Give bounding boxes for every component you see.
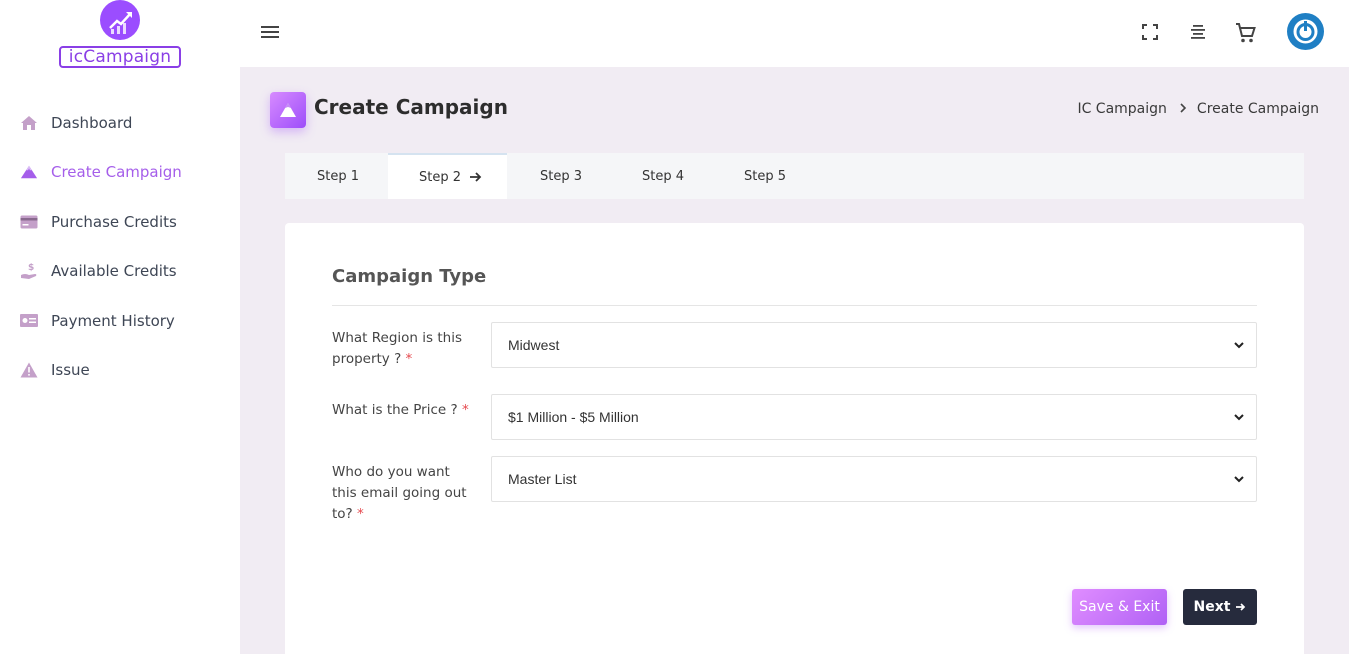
- select-value: Midwest: [508, 337, 560, 353]
- tab-label: Step 4: [642, 168, 685, 184]
- sidebar-item-payment-history[interactable]: Payment History: [0, 296, 240, 346]
- region-select[interactable]: Midwest: [491, 322, 1257, 368]
- page-title: Create Campaign: [314, 95, 508, 119]
- price-label: What is the Price ? *: [332, 400, 472, 421]
- label-text: Who do you want this email going out to?: [332, 464, 467, 522]
- form-title: Campaign Type: [332, 266, 487, 287]
- warning-icon: [20, 361, 38, 379]
- sidebar-item-label: Dashboard: [51, 113, 133, 132]
- money-bill-icon: [20, 312, 38, 330]
- sidebar-item-available-credits[interactable]: $ Available Credits: [0, 247, 240, 297]
- recipients-label: Who do you want this email going out to?…: [332, 462, 472, 525]
- sidebar-item-purchase-credits[interactable]: Purchase Credits: [0, 197, 240, 247]
- step-tabs: Step 1 Step 2 Step 3 Step 4 Step 5: [285, 153, 1304, 199]
- home-icon: [20, 114, 38, 132]
- tab-step-3[interactable]: Step 3: [507, 153, 609, 199]
- tab-step-2[interactable]: Step 2: [388, 153, 507, 199]
- arrow-right-icon: [1235, 602, 1246, 612]
- next-button[interactable]: Next: [1183, 589, 1257, 625]
- logo-chart-icon: [100, 0, 140, 40]
- price-select[interactable]: $1 Million - $5 Million: [491, 394, 1257, 440]
- tab-step-5[interactable]: Step 5: [711, 153, 813, 199]
- sidebar-item-label: Payment History: [51, 311, 175, 330]
- tab-label: Step 2: [419, 169, 462, 185]
- button-label: Next: [1193, 599, 1231, 615]
- save-exit-button[interactable]: Save & Exit: [1072, 589, 1167, 625]
- region-label: What Region is this property ? *: [332, 328, 472, 370]
- sidebar-item-label: Available Credits: [51, 262, 177, 281]
- sidebar-item-label: Purchase Credits: [51, 212, 177, 231]
- sidebar-item-label: Create Campaign: [51, 163, 182, 182]
- chevron-down-icon: [1232, 472, 1246, 486]
- label-text: What Region is this property ?: [332, 330, 462, 367]
- chevron-right-icon: [1179, 102, 1187, 116]
- sidebar: icCampaign Dashboard Create Campaign Pur…: [0, 0, 240, 654]
- logo-text: icCampaign: [59, 46, 181, 68]
- menu-icon[interactable]: [260, 22, 280, 42]
- button-label: Save & Exit: [1079, 599, 1160, 615]
- cart-icon[interactable]: [1235, 22, 1256, 43]
- tab-step-4[interactable]: Step 4: [609, 153, 711, 199]
- chevron-down-icon: [1232, 338, 1246, 352]
- sidebar-item-label: Issue: [51, 361, 90, 380]
- label-text: What is the Price ?: [332, 402, 458, 418]
- svg-text:$: $: [28, 263, 34, 273]
- logo[interactable]: icCampaign: [59, 0, 181, 68]
- sidebar-item-issue[interactable]: Issue: [0, 346, 240, 396]
- fullscreen-icon[interactable]: [1140, 22, 1160, 42]
- page-header: Create Campaign IC Campaign Create Campa…: [270, 92, 1319, 128]
- divider: [332, 305, 1257, 306]
- align-center-icon[interactable]: [1188, 22, 1208, 42]
- sidebar-item-dashboard[interactable]: Dashboard: [0, 98, 240, 148]
- credit-card-icon: [20, 213, 38, 231]
- select-value: $1 Million - $5 Million: [508, 409, 639, 425]
- required-mark: *: [357, 506, 364, 522]
- breadcrumb-item-current: Create Campaign: [1196, 101, 1319, 117]
- recipients-select[interactable]: Master List: [491, 456, 1257, 502]
- avatar[interactable]: [1287, 13, 1324, 50]
- tab-label: Step 5: [744, 168, 787, 184]
- campaign-form-card: Campaign Type What Region is this proper…: [285, 223, 1304, 654]
- tab-label: Step 1: [317, 168, 360, 184]
- chevron-down-icon: [1232, 410, 1246, 424]
- hand-coin-icon: $: [20, 262, 38, 280]
- required-mark: *: [461, 402, 469, 418]
- sidebar-nav: Dashboard Create Campaign Purchase Credi…: [0, 98, 240, 395]
- sidebar-item-create-campaign[interactable]: Create Campaign: [0, 148, 240, 198]
- mountain-icon: [20, 163, 38, 181]
- mountain-icon: [270, 92, 306, 128]
- required-mark: *: [405, 351, 413, 367]
- breadcrumb: IC Campaign Create Campaign: [1077, 101, 1319, 117]
- breadcrumb-item[interactable]: IC Campaign: [1077, 101, 1166, 117]
- arrow-right-icon: [469, 171, 482, 183]
- select-value: Master List: [508, 471, 577, 487]
- topbar: [240, 0, 1349, 67]
- tab-step-1[interactable]: Step 1: [285, 153, 388, 199]
- tab-label: Step 3: [540, 168, 583, 184]
